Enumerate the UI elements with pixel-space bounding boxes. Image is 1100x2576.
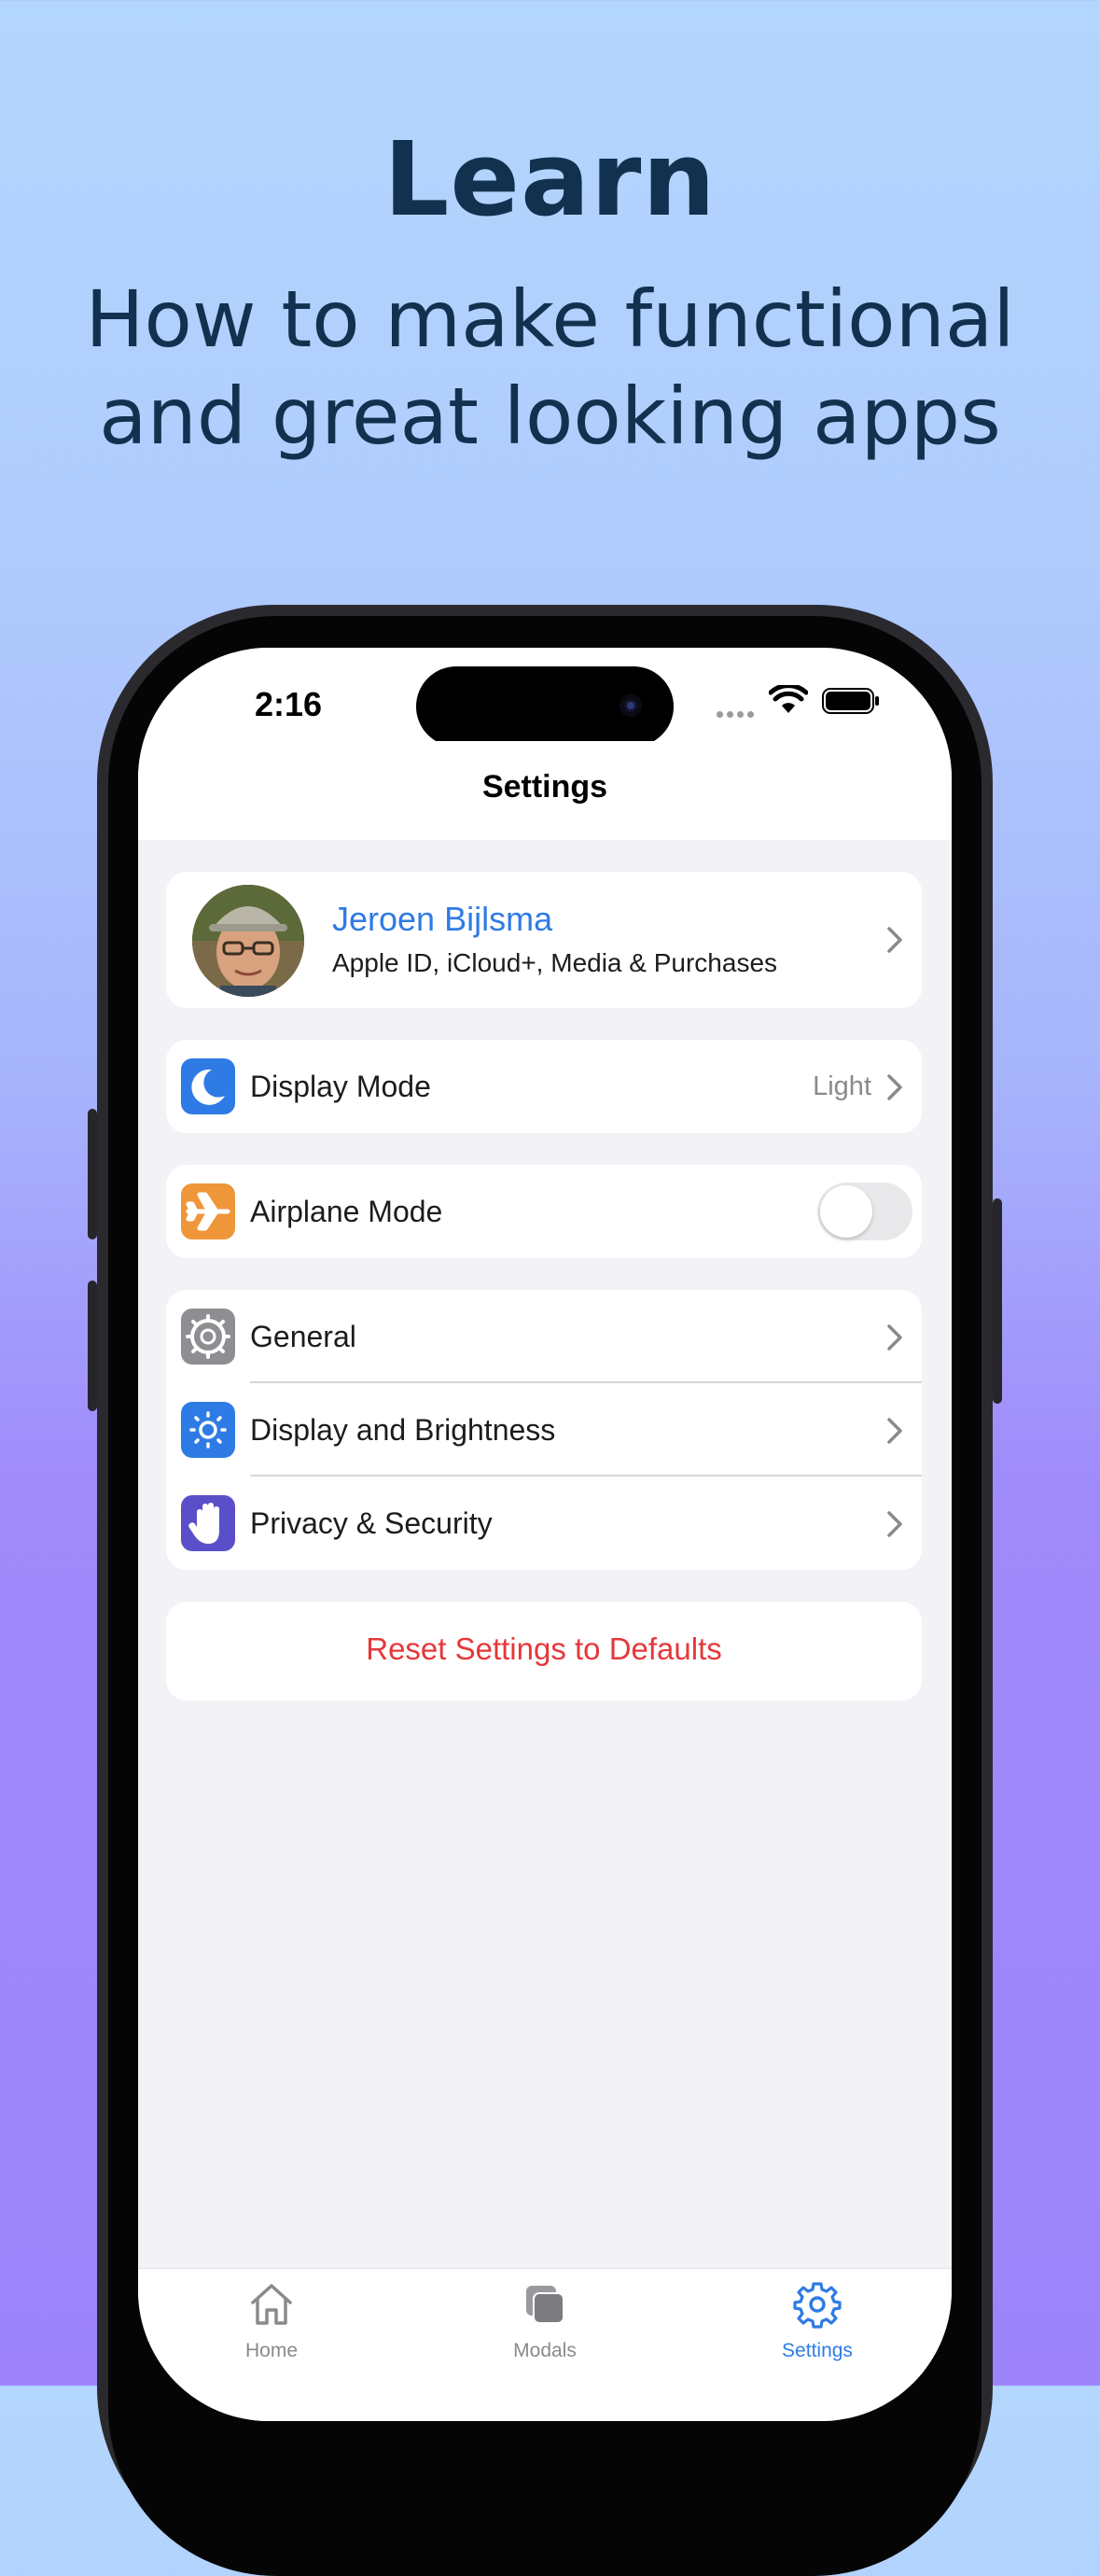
- hand-icon: [181, 1495, 235, 1551]
- reset-settings-button[interactable]: Reset Settings to Defaults: [166, 1602, 922, 1701]
- reset-settings-label: Reset Settings to Defaults: [366, 1631, 722, 1666]
- avatar: [192, 885, 304, 997]
- status-bar: 2:16: [138, 648, 952, 747]
- chevron-right-icon: [887, 927, 902, 953]
- airplane-mode-toggle[interactable]: [817, 1183, 912, 1240]
- airplane-mode-row: Airplane Mode: [166, 1165, 922, 1258]
- profile-card[interactable]: Jeroen Bijlsma Apple ID, iCloud+, Media …: [166, 872, 922, 1008]
- house-icon: [251, 2284, 292, 2325]
- navigation-bar: Settings: [138, 741, 952, 840]
- avatar-photo: [192, 885, 304, 997]
- wifi-icon: [769, 685, 808, 713]
- chevron-right-icon: [887, 1324, 902, 1351]
- volume-down-button: [88, 1281, 97, 1411]
- promo-subhead-line-2: and great looking apps: [99, 371, 1001, 462]
- settings-group: General Display and Brightness Privacy &…: [166, 1290, 922, 1570]
- promo-headline: Learn: [383, 119, 717, 239]
- chevron-right-icon: [887, 1074, 902, 1100]
- settings-item-general[interactable]: General: [166, 1290, 922, 1383]
- airplane-icon: [181, 1183, 235, 1239]
- profile-subtitle: Apple ID, iCloud+, Media & Purchases: [332, 948, 778, 977]
- chevron-right-icon: [887, 1511, 902, 1537]
- phone-screen: 2:16 Settings Jeroen Bijlsma Apple ID, i…: [138, 648, 952, 2421]
- cellular-signal-icon: [717, 706, 758, 722]
- page-title: Settings: [481, 769, 608, 805]
- dynamic-island: [416, 666, 674, 747]
- settings-item-label: General: [250, 1320, 356, 1353]
- airplane-mode-label: Airplane Mode: [250, 1195, 443, 1228]
- power-button: [993, 1198, 1002, 1404]
- tab-modals[interactable]: Modals: [452, 2269, 638, 2421]
- tab-bar: Home Modals Settings: [138, 2268, 952, 2421]
- battery-icon: [822, 688, 879, 714]
- display-mode-value: Light: [813, 1071, 871, 1101]
- settings-item-display-brightness[interactable]: Display and Brightness: [166, 1383, 922, 1477]
- display-mode-row[interactable]: Display Mode Light: [166, 1040, 922, 1133]
- status-time: 2:16: [255, 685, 323, 723]
- tab-label: Modals: [513, 2340, 577, 2361]
- tab-label: Home: [244, 2340, 299, 2361]
- chevron-right-icon: [887, 1418, 902, 1444]
- gear-icon: [793, 2282, 842, 2329]
- settings-item-label: Display and Brightness: [250, 1413, 556, 1447]
- profile-name: Jeroen Bijlsma: [332, 900, 553, 938]
- settings-item-label: Privacy & Security: [250, 1506, 493, 1540]
- gear-icon: [181, 1309, 235, 1365]
- stacked-squares-icon: [526, 2286, 564, 2324]
- tab-home[interactable]: Home: [178, 2269, 365, 2421]
- tab-label: Settings: [782, 2340, 853, 2361]
- settings-item-privacy-security[interactable]: Privacy & Security: [166, 1477, 922, 1570]
- toggle-knob: [820, 1185, 872, 1238]
- promo-subhead-line-1: How to make functional: [85, 273, 1015, 365]
- display-mode-label: Display Mode: [250, 1070, 431, 1103]
- volume-up-button: [88, 1109, 97, 1239]
- sun-icon: [181, 1402, 235, 1458]
- promo-subhead: How to make functional and great looking…: [0, 271, 1100, 465]
- camera-icon: [620, 694, 642, 717]
- moon-icon: [181, 1058, 235, 1114]
- tab-settings[interactable]: Settings: [724, 2269, 911, 2421]
